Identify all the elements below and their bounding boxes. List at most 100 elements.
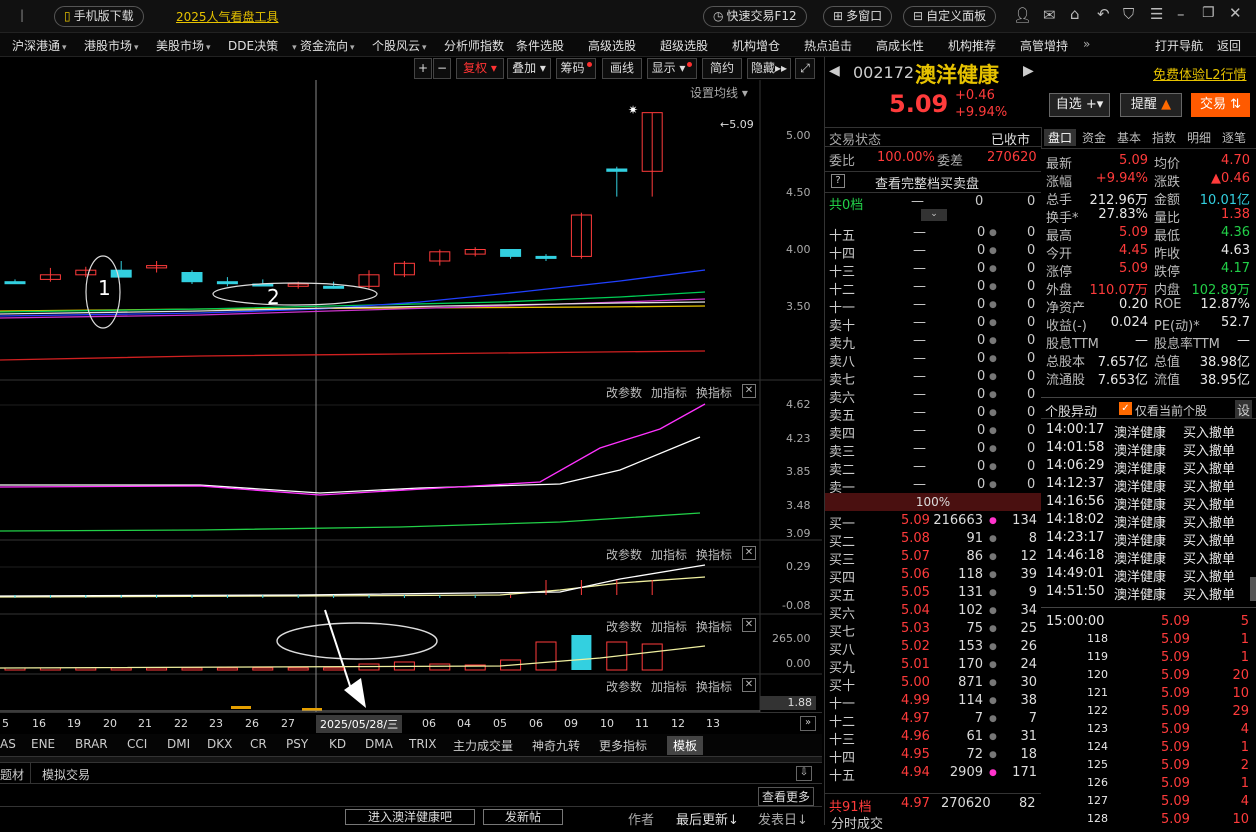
buy-level-row[interactable]: 买二 5.08 91 ● 8	[829, 530, 1039, 550]
indicator-tab[interactable]: ENE	[31, 737, 55, 751]
menu-item-advanced[interactable]: 高级选股	[588, 37, 636, 54]
bottom-tab-theme[interactable]: 题材	[0, 766, 24, 783]
change-param-button[interactable]: 改参数	[606, 678, 642, 695]
menu-item-hsgt[interactable]: 沪深港通 ▾	[12, 37, 67, 54]
tab-detail[interactable]: 明细	[1187, 129, 1211, 146]
custom-panel-button[interactable]: ⊟ 自定义面板	[903, 6, 997, 27]
switch-indicator-button[interactable]: 换指标	[696, 678, 732, 695]
buy-level-row[interactable]: 十一 4.99 114 ● 38	[829, 692, 1039, 712]
menu-item-super[interactable]: 超级选股	[660, 37, 708, 54]
trade-button[interactable]: 交易 ⇅	[1191, 93, 1250, 117]
menu-item-hot[interactable]: 热点追击	[804, 37, 852, 54]
sell-level-row[interactable]: 卖五 —0 ● 0	[829, 404, 1039, 424]
sell-level-row[interactable]: 十四 —0 ● 0	[829, 242, 1039, 262]
mail-icon[interactable]: ✉	[1043, 6, 1056, 24]
event-row[interactable]: 14:16:56 澳洋健康 买入撤单	[1041, 494, 1247, 513]
buy-level-row[interactable]: 十四 4.95 72 ● 18	[829, 746, 1039, 766]
menu-item-flow[interactable]: 资金流向 ▾	[300, 37, 355, 54]
overlay-button[interactable]: 叠加 ▾	[507, 58, 551, 79]
indicator-tab[interactable]: 更多指标	[599, 737, 647, 754]
sell-level-row[interactable]: 卖九 —0 ● 0	[829, 332, 1039, 352]
close-icon[interactable]: ✕	[1229, 4, 1242, 22]
zoom-in-button[interactable]: +	[414, 58, 432, 79]
add-indicator-button[interactable]: 加指标	[651, 678, 687, 695]
undo-icon[interactable]: ↶	[1097, 5, 1110, 23]
kline-chart[interactable]: 设置均线 ▾ 5.00 4.50 4.00 3.50 ←5.09 1 2 ✷ 改…	[0, 80, 822, 712]
shirt-icon[interactable]: ⛉	[1123, 5, 1134, 23]
mobile-download-button[interactable]: ▯ 手机版下载	[54, 6, 144, 27]
buy-level-row[interactable]: 买三 5.07 86 ● 12	[829, 548, 1039, 568]
change-param-button[interactable]: 改参数	[606, 384, 642, 401]
event-row[interactable]: 14:06:29 澳洋健康 买入撤单	[1041, 458, 1247, 477]
event-row[interactable]: 14:51:50 澳洋健康 买入撤单	[1041, 584, 1247, 603]
more-icon[interactable]: »	[1083, 37, 1090, 51]
scrollbar[interactable]	[1250, 577, 1256, 601]
ma-setting[interactable]: 设置均线 ▾	[690, 84, 748, 101]
tab-pankou[interactable]: 盘口	[1044, 129, 1077, 146]
expand-icon[interactable]: ⌄	[921, 209, 947, 221]
open-nav-button[interactable]: 打开导航	[1155, 37, 1203, 54]
event-row[interactable]: 14:23:17 澳洋健康 买入撤单	[1041, 530, 1247, 549]
indicator-tab[interactable]: DMA	[365, 737, 393, 751]
tab-tick[interactable]: 逐笔	[1222, 129, 1246, 146]
buy-level-row[interactable]: 买四 5.06 118 ● 39	[829, 566, 1039, 586]
sell-level-row[interactable]: 卖七 —0 ● 0	[829, 368, 1039, 388]
add-indicator-button[interactable]: 加指标	[651, 546, 687, 563]
menu-item-exec[interactable]: 高管增持	[1020, 37, 1068, 54]
simple-button[interactable]: 简约	[702, 58, 742, 79]
chip-button[interactable]: 筹码	[556, 58, 596, 79]
zoom-out-button[interactable]: −	[433, 58, 451, 79]
add-indicator-button[interactable]: 加指标	[651, 618, 687, 635]
buy-level-row[interactable]: 十三 4.96 61 ● 31	[829, 728, 1039, 748]
enter-forum-button[interactable]: 进入澳洋健康吧	[345, 809, 475, 825]
sell-level-row[interactable]: 卖十 —0 ● 0	[829, 314, 1039, 334]
indicator-tab[interactable]: KD	[329, 737, 346, 751]
prev-stock-icon[interactable]: ◀	[829, 63, 840, 79]
next-stock-icon[interactable]: ▶	[1023, 63, 1034, 79]
event-row[interactable]: 14:49:01 澳洋健康 买入撤单	[1041, 566, 1247, 585]
menu-item-hk[interactable]: 港股市场 ▾	[84, 37, 139, 54]
alert-button[interactable]: 提醒 ▲	[1120, 93, 1182, 117]
switch-indicator-button[interactable]: 换指标	[696, 546, 732, 563]
event-row[interactable]: 14:00:17 澳洋健康 买入撤单	[1041, 422, 1247, 441]
indicator-tab[interactable]: DKX	[207, 737, 232, 751]
sell-level-row[interactable]: 卖六 —0 ● 0	[829, 386, 1039, 406]
last-update-header[interactable]: 最后更新↓	[676, 809, 739, 828]
switch-indicator-button[interactable]: 换指标	[696, 618, 732, 635]
template-tab[interactable]: 模板	[667, 736, 704, 755]
indicator-tab[interactable]: BRAR	[75, 737, 108, 751]
change-param-button[interactable]: 改参数	[606, 546, 642, 563]
indicator-tab[interactable]: AS	[0, 737, 16, 751]
see-more-button[interactable]: 查看更多	[758, 787, 815, 806]
timeshare-label[interactable]: 分时成交	[831, 813, 883, 832]
only-current-checkbox[interactable]: ✓	[1119, 402, 1132, 415]
change-param-button[interactable]: 改参数	[606, 618, 642, 635]
tab-index[interactable]: 指数	[1152, 129, 1176, 146]
indicator-tab[interactable]: TRIX	[409, 737, 436, 751]
indicator-tab[interactable]: PSY	[286, 737, 308, 751]
sell-level-row[interactable]: 十五 —0 ● 0	[829, 224, 1039, 244]
home-icon[interactable]: ⌂	[1070, 5, 1080, 23]
hide-button[interactable]: 隐藏▸▸	[747, 58, 791, 79]
close-panel-icon[interactable]: ✕	[742, 546, 756, 560]
indicator-tab[interactable]: CR	[250, 737, 267, 751]
user-icon[interactable]: 👤︎	[1013, 6, 1032, 24]
sell-level-row[interactable]: 卖八 —0 ● 0	[829, 350, 1039, 370]
close-panel-icon[interactable]: ✕	[742, 618, 756, 632]
author-header[interactable]: 作者	[628, 809, 654, 828]
buy-level-row[interactable]: 买九 5.01 170 ● 24	[829, 656, 1039, 676]
settings-button[interactable]: 设	[1235, 400, 1253, 419]
event-row[interactable]: 14:46:18 澳洋健康 买入撤单	[1041, 548, 1247, 567]
sell-level-row[interactable]: 卖四 —0 ● 0	[829, 422, 1039, 442]
buy-level-row[interactable]: 买一 5.09 216663 ● 134	[829, 512, 1039, 532]
menu-item-condition[interactable]: 条件选股	[516, 37, 564, 54]
sell-level-row[interactable]: 十三 —0 ● 0	[829, 260, 1039, 280]
close-panel-icon[interactable]: ✕	[742, 384, 756, 398]
event-row[interactable]: 14:18:02 澳洋健康 买入撤单	[1041, 512, 1247, 531]
buy-level-row[interactable]: 买七 5.03 75 ● 25	[829, 620, 1039, 640]
buy-level-row[interactable]: 买八 5.02 153 ● 26	[829, 638, 1039, 658]
fq-button[interactable]: 复权 ▾	[456, 58, 504, 79]
menu-item-inst-add[interactable]: 机构增仓	[732, 37, 780, 54]
tab-fund[interactable]: 资金	[1082, 129, 1106, 146]
sell-level-row[interactable]: 十一 —0 ● 0	[829, 296, 1039, 316]
